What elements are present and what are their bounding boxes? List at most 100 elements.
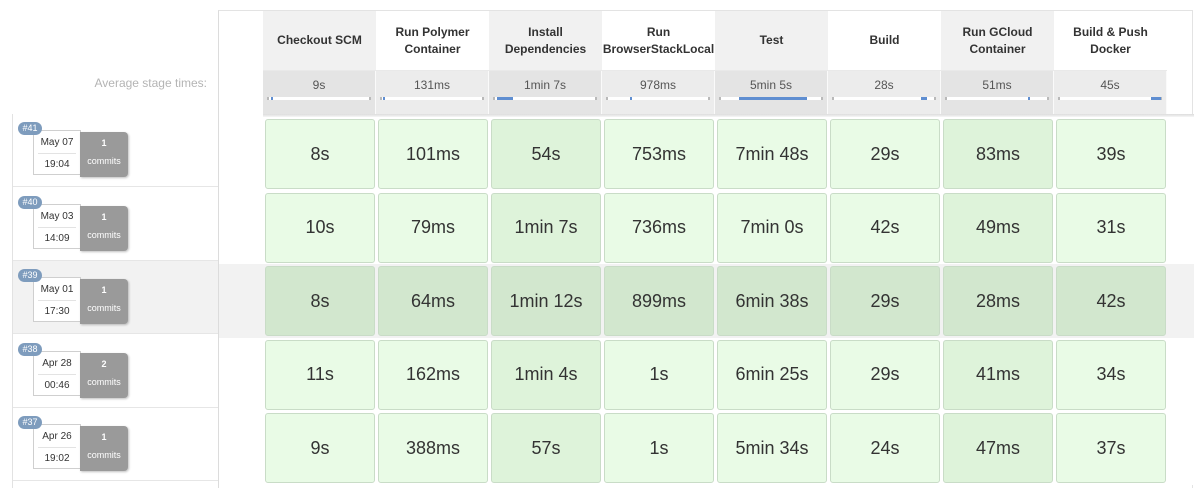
stage-duration-cell[interactable]: 6min 25s xyxy=(717,339,827,410)
build-date-box: Apr 28 00:46 xyxy=(33,350,81,396)
stage-duration-cell[interactable]: 6min 38s xyxy=(717,266,827,337)
stage-duration-cell[interactable]: 736ms xyxy=(604,192,714,263)
stage-average-cell: 1min 7s xyxy=(489,71,602,114)
stage-duration-cell[interactable]: 47ms xyxy=(943,413,1053,484)
build-history-column: #41 May 07 19:04 1 commits #40 May 03 14:09 1 com… xyxy=(12,114,220,488)
stage-duration-cell[interactable]: 10s xyxy=(265,192,375,263)
stage-duration-cell[interactable]: 37s xyxy=(1056,413,1166,484)
stage-duration-cell[interactable]: 57s xyxy=(491,413,601,484)
stage-duration-cell[interactable]: 388ms xyxy=(378,413,488,484)
stage-duration-cell[interactable]: 1s xyxy=(604,339,714,410)
build-row[interactable]: #38 Apr 28 00:46 2 commits xyxy=(13,334,220,408)
stage-header: Build xyxy=(828,11,941,71)
build-row[interactable]: #37 Apr 26 19:02 1 commits xyxy=(13,408,220,482)
commits-box[interactable]: 1 commits xyxy=(80,132,128,177)
stage-duration-cell[interactable]: 42s xyxy=(1056,266,1166,337)
stage-duration-cell[interactable]: 7min 48s xyxy=(717,119,827,189)
stage-average-bar-fill xyxy=(739,97,807,100)
stage-duration-cell[interactable]: 24s xyxy=(830,413,940,484)
stage-duration-cell[interactable]: 34s xyxy=(1056,339,1166,410)
build-number-badge[interactable]: #39 xyxy=(18,269,42,283)
commits-box[interactable]: 2 commits xyxy=(80,352,128,398)
build-time: 19:02 xyxy=(44,453,70,465)
stage-duration-cell[interactable]: 83ms xyxy=(943,119,1053,189)
commits-box[interactable]: 1 commits xyxy=(80,279,128,325)
stage-average-time: 131ms xyxy=(413,78,451,92)
build-number-badge[interactable]: #41 xyxy=(18,122,42,135)
build-number-badge[interactable]: #37 xyxy=(18,416,42,430)
stage-average-bar-fill xyxy=(383,97,386,100)
stage-average-bar-fill xyxy=(1027,97,1030,100)
build-date-divider xyxy=(38,373,76,375)
stage-duration-cell[interactable]: 162ms xyxy=(378,339,488,410)
stage-average-time: 51ms xyxy=(982,78,1012,92)
stage-duration-cell[interactable]: 54s xyxy=(491,119,601,189)
stage-duration-cell[interactable]: 5min 34s xyxy=(717,413,827,484)
build-number-badge[interactable]: #40 xyxy=(18,195,42,209)
stage-average-time: 978ms xyxy=(639,78,677,92)
stage-header: Run GCloud Container xyxy=(941,11,1054,71)
stage-duration-cell[interactable]: 11s xyxy=(265,339,375,410)
commits-box[interactable]: 1 commits xyxy=(80,426,128,472)
commit-count: 1 xyxy=(101,285,107,296)
stage-average-bar xyxy=(267,97,371,100)
stage-duration-cell[interactable]: 7min 0s xyxy=(717,192,827,263)
build-date: Apr 26 xyxy=(42,431,72,443)
build-date: Apr 28 xyxy=(42,357,72,369)
stage-duration-cell[interactable]: 899ms xyxy=(604,266,714,337)
stage-duration-cell[interactable]: 28ms xyxy=(943,266,1053,337)
stage-duration-cell[interactable]: 101ms xyxy=(378,119,488,189)
stage-average-bar-fill xyxy=(920,97,927,100)
commits-label: commits xyxy=(87,376,121,387)
stage-duration-cell[interactable]: 1min 12s xyxy=(491,266,601,337)
stage-average-cell: 5min 5s xyxy=(715,71,828,114)
build-date-box: May 03 14:09 xyxy=(33,203,81,249)
stage-duration-cell[interactable]: 31s xyxy=(1056,192,1166,263)
stage-duration-cell[interactable]: 9s xyxy=(265,413,375,484)
build-time: 00:46 xyxy=(44,379,70,391)
stage-duration-cell[interactable]: 41ms xyxy=(943,339,1053,410)
commits-label: commits xyxy=(87,450,121,461)
stage-average-bar xyxy=(493,97,597,100)
build-date-divider xyxy=(38,447,76,449)
build-date-divider xyxy=(38,300,76,302)
stage-duration-cell[interactable]: 64ms xyxy=(378,266,488,337)
build-date-box: May 07 19:04 xyxy=(33,130,81,175)
stage-average-bar-fill xyxy=(271,97,274,100)
stage-header: Run Polymer Container xyxy=(376,11,489,71)
build-date-divider xyxy=(38,153,76,154)
stage-average-cell: 28s xyxy=(828,71,941,114)
stage-duration-cell[interactable]: 29s xyxy=(830,119,940,189)
stage-header: Build & Push Docker xyxy=(1054,11,1167,71)
stage-duration-cell[interactable]: 8s xyxy=(265,266,375,337)
build-row[interactable]: #41 May 07 19:04 1 commits xyxy=(13,114,220,187)
stage-average-cell: 51ms xyxy=(941,71,1054,114)
stage-header: Checkout SCM xyxy=(263,11,376,71)
stage-duration-cell[interactable]: 29s xyxy=(830,266,940,337)
stage-average-bar-fill xyxy=(1150,97,1161,100)
stage-duration-cell[interactable]: 8s xyxy=(265,119,375,189)
commits-box[interactable]: 1 commits xyxy=(80,205,128,251)
build-date: May 01 xyxy=(40,284,74,296)
build-number-badge[interactable]: #38 xyxy=(18,342,42,356)
stage-duration-cell[interactable]: 42s xyxy=(830,192,940,263)
build-row[interactable]: #40 May 03 14:09 1 commits xyxy=(13,187,220,261)
stage-duration-cell[interactable]: 753ms xyxy=(604,119,714,189)
build-date-divider xyxy=(38,226,76,228)
stage-view: Average stage times: #41 May 07 19:04 1 comm… xyxy=(0,0,1200,489)
stage-duration-cell[interactable]: 1min 7s xyxy=(491,192,601,263)
stage-header: Install Dependencies xyxy=(489,11,602,71)
stage-duration-cell[interactable]: 49ms xyxy=(943,192,1053,263)
stage-average-time: 45s xyxy=(1100,78,1120,92)
stage-duration-cell[interactable]: 79ms xyxy=(378,192,488,263)
stage-duration-cell[interactable]: 1min 4s xyxy=(491,339,601,410)
stage-duration-cell[interactable]: 29s xyxy=(830,339,940,410)
stage-average-bar xyxy=(380,97,484,100)
stage-average-bar-fill xyxy=(630,97,633,100)
stage-average-bar xyxy=(719,97,823,100)
stage-duration-cell[interactable]: 1s xyxy=(604,413,714,484)
stage-average-bar xyxy=(606,97,710,100)
stage-grid: Checkout SCM 9s 8s 10s 8s 11s 9s Run Polymer Co… xyxy=(218,10,1194,489)
stage-duration-cell[interactable]: 39s xyxy=(1056,119,1166,189)
build-row[interactable]: #39 May 01 17:30 1 commits xyxy=(13,261,220,335)
